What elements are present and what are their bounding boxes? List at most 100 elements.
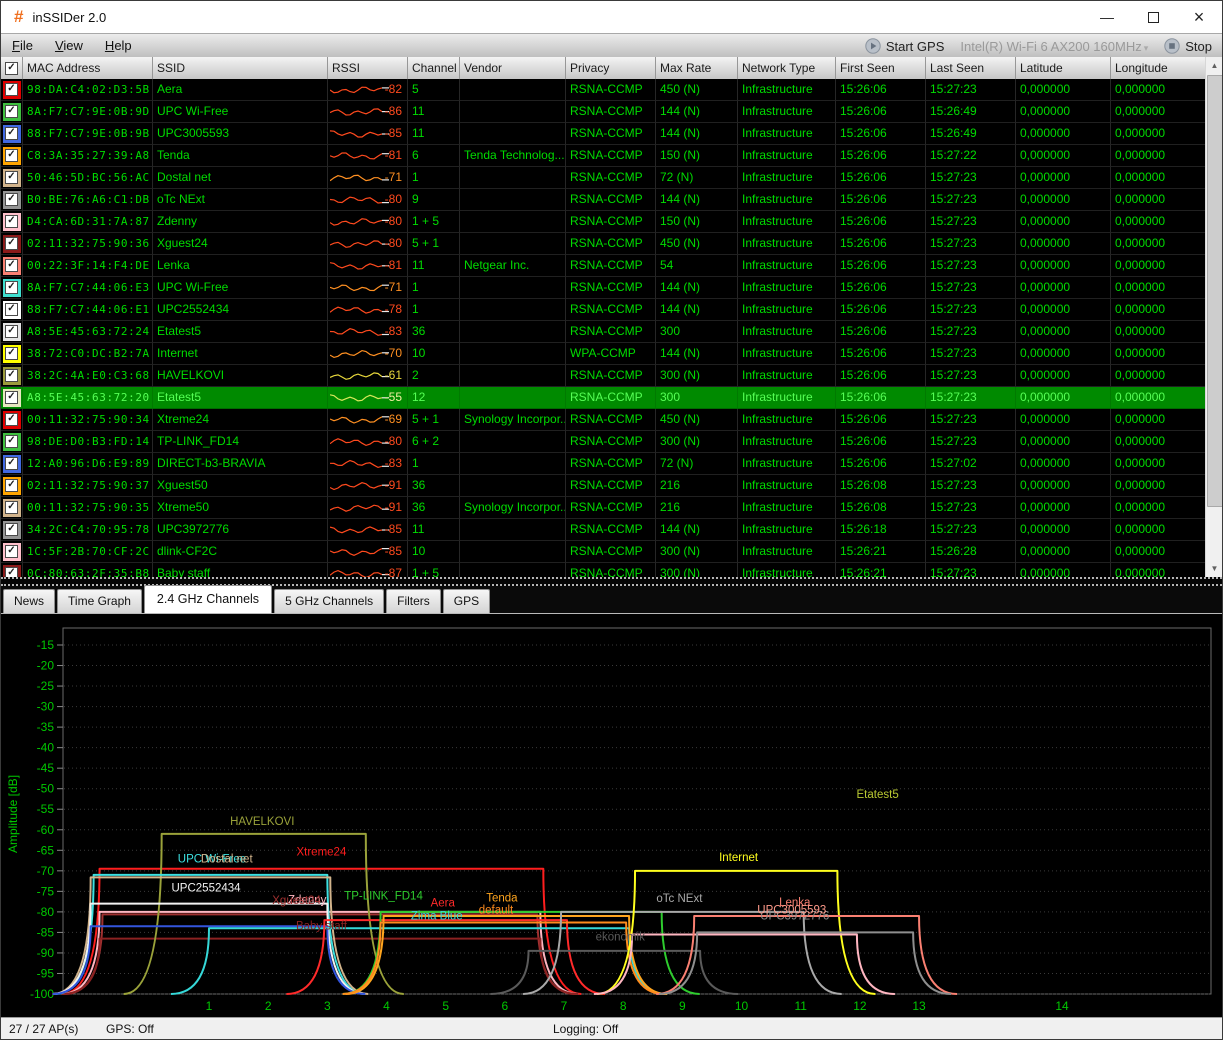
vertical-scrollbar[interactable]: ▲ ▼ [1205,57,1222,577]
row-checkbox[interactable]: ✓ [1,123,23,145]
tab-gps[interactable]: GPS [443,589,490,613]
row-checkbox[interactable]: ✓ [1,343,23,365]
table-row[interactable]: ✓38:2C:4A:E0:C3:68HAVELKOVI-612RSNA-CCMP… [1,365,1207,387]
row-checkbox[interactable]: ✓ [1,101,23,123]
row-checkbox[interactable]: ✓ [1,233,23,255]
table-row[interactable]: ✓A8:5E:45:63:72:24Etatest5-8336RSNA-CCMP… [1,321,1207,343]
cell-privacy: RSNA-CCMP [566,365,656,387]
table-row[interactable]: ✓00:11:32:75:90:34Xtreme24-695 + 1Synolo… [1,409,1207,431]
cell-privacy: RSNA-CCMP [566,563,656,577]
table-row[interactable]: ✓12:A0:96:D6:E9:89DIRECT-b3-BRAVIA-831RS… [1,453,1207,475]
cell-longitude: 0,000000 [1111,431,1207,453]
table-row[interactable]: ✓B0:BE:76:A6:C1:DBoTc NExt-809RSNA-CCMP1… [1,189,1207,211]
table-row[interactable]: ✓98:DA:C4:02:D3:5BAera-825RSNA-CCMP450 (… [1,79,1207,101]
table-row[interactable]: ✓00:22:3F:14:F4:DELenka-8111Netgear Inc.… [1,255,1207,277]
start-gps-button[interactable]: Start GPS [865,38,945,54]
cell-channel: 11 [408,123,460,145]
row-checkbox[interactable]: ✓ [1,431,23,453]
column-header-max-rate[interactable]: Max Rate [656,57,738,79]
table-header: ✓ MAC AddressSSIDRSSIChannelVendorPrivac… [1,57,1207,79]
row-checkbox[interactable]: ✓ [1,365,23,387]
row-checkbox[interactable]: ✓ [1,167,23,189]
column-header-latitude[interactable]: Latitude [1016,57,1111,79]
row-checkbox[interactable]: ✓ [1,299,23,321]
table-row[interactable]: ✓D4:CA:6D:31:7A:87Zdenny-801 + 5RSNA-CCM… [1,211,1207,233]
cell-mac: 98:DE:D0:B3:FD:14 [23,431,153,453]
row-checkbox[interactable]: ✓ [1,475,23,497]
maximize-button[interactable] [1130,1,1176,33]
column-header-channel[interactable]: Channel [408,57,460,79]
tab-time-graph[interactable]: Time Graph [57,589,142,613]
column-header-last-seen[interactable]: Last Seen [926,57,1016,79]
row-checkbox[interactable]: ✓ [1,79,23,101]
row-checkbox[interactable]: ✓ [1,453,23,475]
table-row[interactable]: ✓98:DE:D0:B3:FD:14TP-LINK_FD14-806 + 2RS… [1,431,1207,453]
column-header-ssid[interactable]: SSID [153,57,328,79]
row-checkbox[interactable]: ✓ [1,409,23,431]
channels-chart-panel: -15-20-25-30-35-40-45-50-55-60-65-70-75-… [1,613,1222,1017]
column-header-longitude[interactable]: Longitude [1111,57,1207,79]
svg-text:-65: -65 [37,843,55,857]
row-checkbox[interactable]: ✓ [1,387,23,409]
cell-max_rate: 300 (N) [656,541,738,563]
table-row[interactable]: ✓34:2C:C4:70:95:78UPC3972776-8511RSNA-CC… [1,519,1207,541]
app-logo-icon: # [14,7,23,27]
tab-filters[interactable]: Filters [386,589,441,613]
row-checkbox[interactable]: ✓ [1,145,23,167]
table-row[interactable]: ✓88:F7:C7:9E:0B:9BUPC3005593-8511RSNA-CC… [1,123,1207,145]
row-checkbox[interactable]: ✓ [1,519,23,541]
tab-news[interactable]: News [3,589,55,613]
table-row[interactable]: ✓8A:F7:C7:9E:0B:9DUPC Wi-Free-8611RSNA-C… [1,101,1207,123]
row-checkbox[interactable]: ✓ [1,211,23,233]
cell-max_rate: 144 (N) [656,123,738,145]
column-header-mac-address[interactable]: MAC Address [23,57,153,79]
table-row[interactable]: ✓A8:5E:45:63:72:20Etatest5-5512RSNA-CCMP… [1,387,1207,409]
scroll-up-icon[interactable]: ▲ [1206,57,1223,74]
wifi-adapter-select[interactable]: Intel(R) Wi-Fi 6 AX200 160MHz▾ [960,39,1148,54]
table-row[interactable]: ✓1C:5F:2B:70:CF:2Cdlink-CF2C-8510RSNA-CC… [1,541,1207,563]
table-row[interactable]: ✓38:72:C0:DC:B2:7AInternet-7010WPA-CCMP1… [1,343,1207,365]
select-all-checkbox[interactable]: ✓ [1,57,23,79]
row-checkbox[interactable]: ✓ [1,321,23,343]
table-row[interactable]: ✓C8:3A:35:27:39:A8Tenda-816Tenda Technol… [1,145,1207,167]
row-checkbox[interactable]: ✓ [1,497,23,519]
tab-2-4-ghz-channels[interactable]: 2.4 GHz Channels [144,585,272,613]
cell-rssi: -80 [328,233,408,255]
cell-privacy: RSNA-CCMP [566,233,656,255]
tab-5-ghz-channels[interactable]: 5 GHz Channels [274,589,384,613]
column-header-rssi[interactable]: RSSI [328,57,408,79]
row-checkbox[interactable]: ✓ [1,277,23,299]
table-row[interactable]: ✓50:46:5D:BC:56:ACDostal net-711RSNA-CCM… [1,167,1207,189]
stop-button[interactable]: Stop [1164,38,1212,54]
column-header-vendor[interactable]: Vendor [460,57,566,79]
minimize-button[interactable]: — [1084,1,1130,33]
column-header-network-type[interactable]: Network Type [738,57,836,79]
row-checkbox[interactable]: ✓ [1,563,23,577]
cell-network_type: Infrastructure [738,475,836,497]
column-header-first-seen[interactable]: First Seen [836,57,926,79]
row-checkbox[interactable]: ✓ [1,255,23,277]
menu-file[interactable]: File [1,34,44,58]
row-checkbox[interactable]: ✓ [1,541,23,563]
cell-network_type: Infrastructure [738,343,836,365]
table-row[interactable]: ✓02:11:32:75:90:36Xguest24-805 + 1RSNA-C… [1,233,1207,255]
scrollbar-thumb[interactable] [1207,75,1223,507]
network-color-swatch: ✓ [3,543,21,561]
menu-help[interactable]: Help [94,34,143,58]
table-row[interactable]: ✓88:F7:C7:44:06:E1UPC2552434-781RSNA-CCM… [1,299,1207,321]
table-row[interactable]: ✓0C:80:63:2F:35:B8Baby staff-871 + 5RSNA… [1,563,1207,577]
scroll-down-icon[interactable]: ▼ [1206,560,1223,577]
cell-channel: 5 [408,79,460,101]
network-color-swatch: ✓ [3,521,21,539]
close-button[interactable]: × [1176,1,1222,33]
row-checkbox[interactable]: ✓ [1,189,23,211]
cell-rssi: -71 [328,277,408,299]
cell-last_seen: 15:26:28 [926,541,1016,563]
table-row[interactable]: ✓8A:F7:C7:44:06:E3UPC Wi-Free-711RSNA-CC… [1,277,1207,299]
column-header-privacy[interactable]: Privacy [566,57,656,79]
cell-latitude: 0,000000 [1016,343,1111,365]
table-row[interactable]: ✓02:11:32:75:90:37Xguest50-9136RSNA-CCMP… [1,475,1207,497]
table-row[interactable]: ✓00:11:32:75:90:35Xtreme50-9136Synology … [1,497,1207,519]
rssi-sparkline [330,169,392,187]
menu-view[interactable]: View [44,34,94,58]
